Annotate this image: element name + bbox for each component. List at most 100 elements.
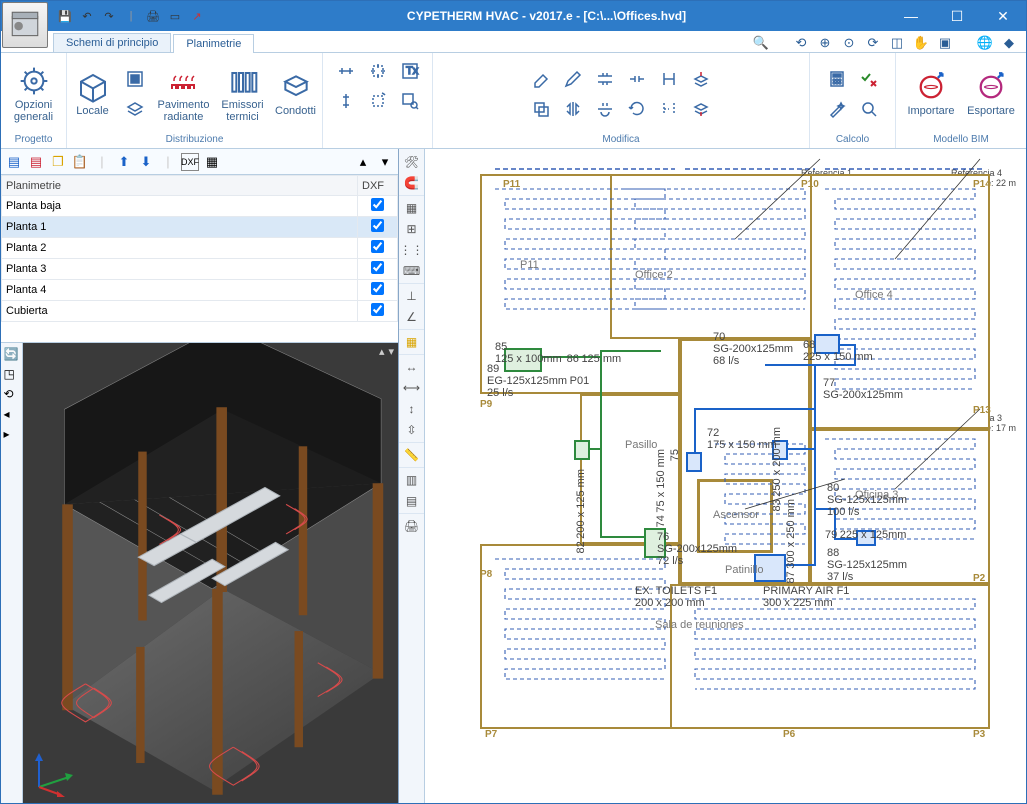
print-icon[interactable]: 🖨 — [145, 8, 161, 24]
ct-ruler-icon[interactable]: 📏 — [403, 446, 421, 464]
nav-frame-icon[interactable]: ▣ — [936, 34, 954, 52]
plan-row[interactable]: Planta 4 — [2, 280, 398, 301]
offset-v-icon[interactable] — [590, 95, 620, 123]
condotti-button[interactable]: Condotti — [272, 60, 320, 128]
view-3d[interactable]: 🔄 ◳ ⟲ ◂ ▸ ▴ ▾ — [1, 343, 398, 803]
ct-grid-color-icon[interactable]: ▦ — [403, 333, 421, 351]
magnifier-icon[interactable] — [854, 95, 884, 123]
undo-icon[interactable]: ↶ — [79, 8, 95, 24]
v3d-right-icon[interactable]: ▸ — [4, 427, 20, 443]
importare-button[interactable]: Importare — [903, 60, 959, 128]
dxf-toggle-icon[interactable]: DXF — [181, 153, 199, 171]
v3d-box-icon[interactable]: ◳ — [4, 367, 20, 383]
plan-row[interactable]: Planta baja — [2, 196, 398, 217]
plan-dxf-checkbox[interactable] — [358, 217, 398, 238]
v3d-home-icon[interactable]: ⟲ — [4, 387, 20, 403]
ct-v-line-icon[interactable]: ⇳ — [403, 421, 421, 439]
plan-dxf-checkbox[interactable] — [358, 238, 398, 259]
nav-extents-icon[interactable]: ⊕ — [816, 34, 834, 52]
app-icon[interactable] — [2, 2, 48, 48]
binoculars-icon[interactable]: 🔍 — [752, 34, 770, 52]
mirror-icon[interactable] — [558, 95, 588, 123]
ct-dots-icon[interactable]: ⋮⋮ — [403, 241, 421, 259]
extend-icon[interactable] — [654, 95, 684, 123]
ct-tools-icon[interactable]: 🛠 — [403, 153, 421, 171]
minimize-button[interactable]: — — [888, 1, 934, 31]
nav-zoomwin-icon[interactable]: ◫ — [888, 34, 906, 52]
ct-keyboard-icon[interactable]: ⌨ — [403, 262, 421, 280]
move-up-icon[interactable]: ⬆ — [115, 153, 133, 171]
maximize-button[interactable]: ☐ — [934, 1, 980, 31]
nav-pan-icon[interactable]: ✋ — [912, 34, 930, 52]
ct-layers3-icon[interactable]: ▤ — [403, 492, 421, 510]
save-icon[interactable]: 💾 — [57, 8, 73, 24]
grid-config-icon[interactable]: ▦ — [203, 153, 221, 171]
plan-row[interactable]: Cubierta — [2, 301, 398, 322]
v3d-dn-icon[interactable]: ▾ — [388, 345, 394, 358]
pavimento-radiante-button[interactable]: Pavimento radiante — [154, 60, 214, 128]
plan-dxf-checkbox[interactable] — [358, 301, 398, 322]
mod-search-icon[interactable] — [395, 87, 425, 115]
emissori-termici-button[interactable]: Emissori termici — [218, 60, 268, 128]
plan-list[interactable]: Planimetrie DXF Planta bajaPlanta 1Plant… — [1, 175, 398, 343]
export-icon[interactable]: ↗ — [189, 8, 205, 24]
collapse-up-icon[interactable]: ▴ — [354, 153, 372, 171]
eraser-icon[interactable] — [526, 65, 556, 93]
ct-print2-icon[interactable]: 🖨 — [403, 517, 421, 535]
copy-item-icon[interactable]: ❐ — [49, 153, 67, 171]
mod-vline-icon[interactable] — [331, 87, 361, 115]
db-icon[interactable] — [120, 65, 150, 93]
v3d-left-icon[interactable]: ◂ — [4, 407, 20, 423]
ct-layers2-icon[interactable]: ▥ — [403, 471, 421, 489]
col-planimetrie[interactable]: Planimetrie — [2, 176, 358, 196]
mod-rot-icon[interactable] — [363, 87, 393, 115]
ct-perp-icon[interactable]: ⊥ — [403, 287, 421, 305]
plan-dxf-checkbox[interactable] — [358, 280, 398, 301]
plan-canvas[interactable]: Referencia 1Superficie: 31 m²Referencia … — [425, 149, 1026, 803]
help-icon[interactable]: ◆ — [1000, 34, 1018, 52]
plan-row[interactable]: Planta 1 — [2, 217, 398, 238]
v3d-orbit-icon[interactable]: 🔄 — [4, 347, 20, 363]
plan-dxf-checkbox[interactable] — [358, 259, 398, 280]
hide-icon[interactable] — [120, 95, 150, 123]
ct-grid-icon[interactable]: ▦ — [403, 199, 421, 217]
layer-down-icon[interactable] — [686, 95, 716, 123]
rotate-icon[interactable] — [622, 95, 652, 123]
nav-zoomback-icon[interactable]: ⟳ — [864, 34, 882, 52]
ct-h-arrows-icon[interactable]: ↔ — [403, 358, 421, 376]
ct-angle-icon[interactable]: ∠ — [403, 308, 421, 326]
redo-icon[interactable]: ↷ — [101, 8, 117, 24]
v3d-up-icon[interactable]: ▴ — [379, 345, 385, 358]
paste-item-icon[interactable]: 📋 — [71, 153, 89, 171]
close-button[interactable]: ✕ — [980, 1, 1026, 31]
wand-icon[interactable] — [822, 95, 852, 123]
copy-icon[interactable] — [526, 95, 556, 123]
ct-grid4-icon[interactable]: ⊞ — [403, 220, 421, 238]
check-x-icon[interactable] — [854, 65, 884, 93]
mod-arrows-icon[interactable] — [363, 57, 393, 85]
tab-planimetrie[interactable]: Planimetrie — [173, 34, 254, 53]
mod-hline-icon[interactable] — [331, 57, 361, 85]
opzioni-generali-button[interactable]: Opzioni generali — [6, 60, 62, 128]
mod-text-icon[interactable]: Tx — [395, 57, 425, 85]
col-dxf[interactable]: DXF — [358, 176, 398, 196]
calculator-icon[interactable] — [822, 65, 852, 93]
offset-h-icon[interactable] — [590, 65, 620, 93]
nav-rotate-icon[interactable]: ⟲ — [792, 34, 810, 52]
pencil-icon[interactable] — [558, 65, 588, 93]
collapse-down-icon[interactable]: ▾ — [376, 153, 394, 171]
esportare-button[interactable]: Esportare — [963, 60, 1019, 128]
nav-zoomin-icon[interactable]: ⊙ — [840, 34, 858, 52]
plan-row[interactable]: Planta 3 — [2, 259, 398, 280]
locale-button[interactable]: Locale — [70, 60, 116, 128]
globe-icon[interactable]: 🌐 — [976, 34, 994, 52]
tab-schemi[interactable]: Schemi di principio — [53, 33, 171, 52]
layer-up-icon[interactable] — [686, 65, 716, 93]
plan-row[interactable]: Planta 2 — [2, 238, 398, 259]
move-down-icon[interactable]: ⬇ — [137, 153, 155, 171]
delete-item-icon[interactable]: ▤ — [27, 153, 45, 171]
trim-icon[interactable] — [654, 65, 684, 93]
ct-magnet-icon[interactable]: 🧲 — [403, 174, 421, 192]
layers-icon[interactable]: ▭ — [167, 8, 183, 24]
ct-v-arrows-icon[interactable]: ↕ — [403, 400, 421, 418]
